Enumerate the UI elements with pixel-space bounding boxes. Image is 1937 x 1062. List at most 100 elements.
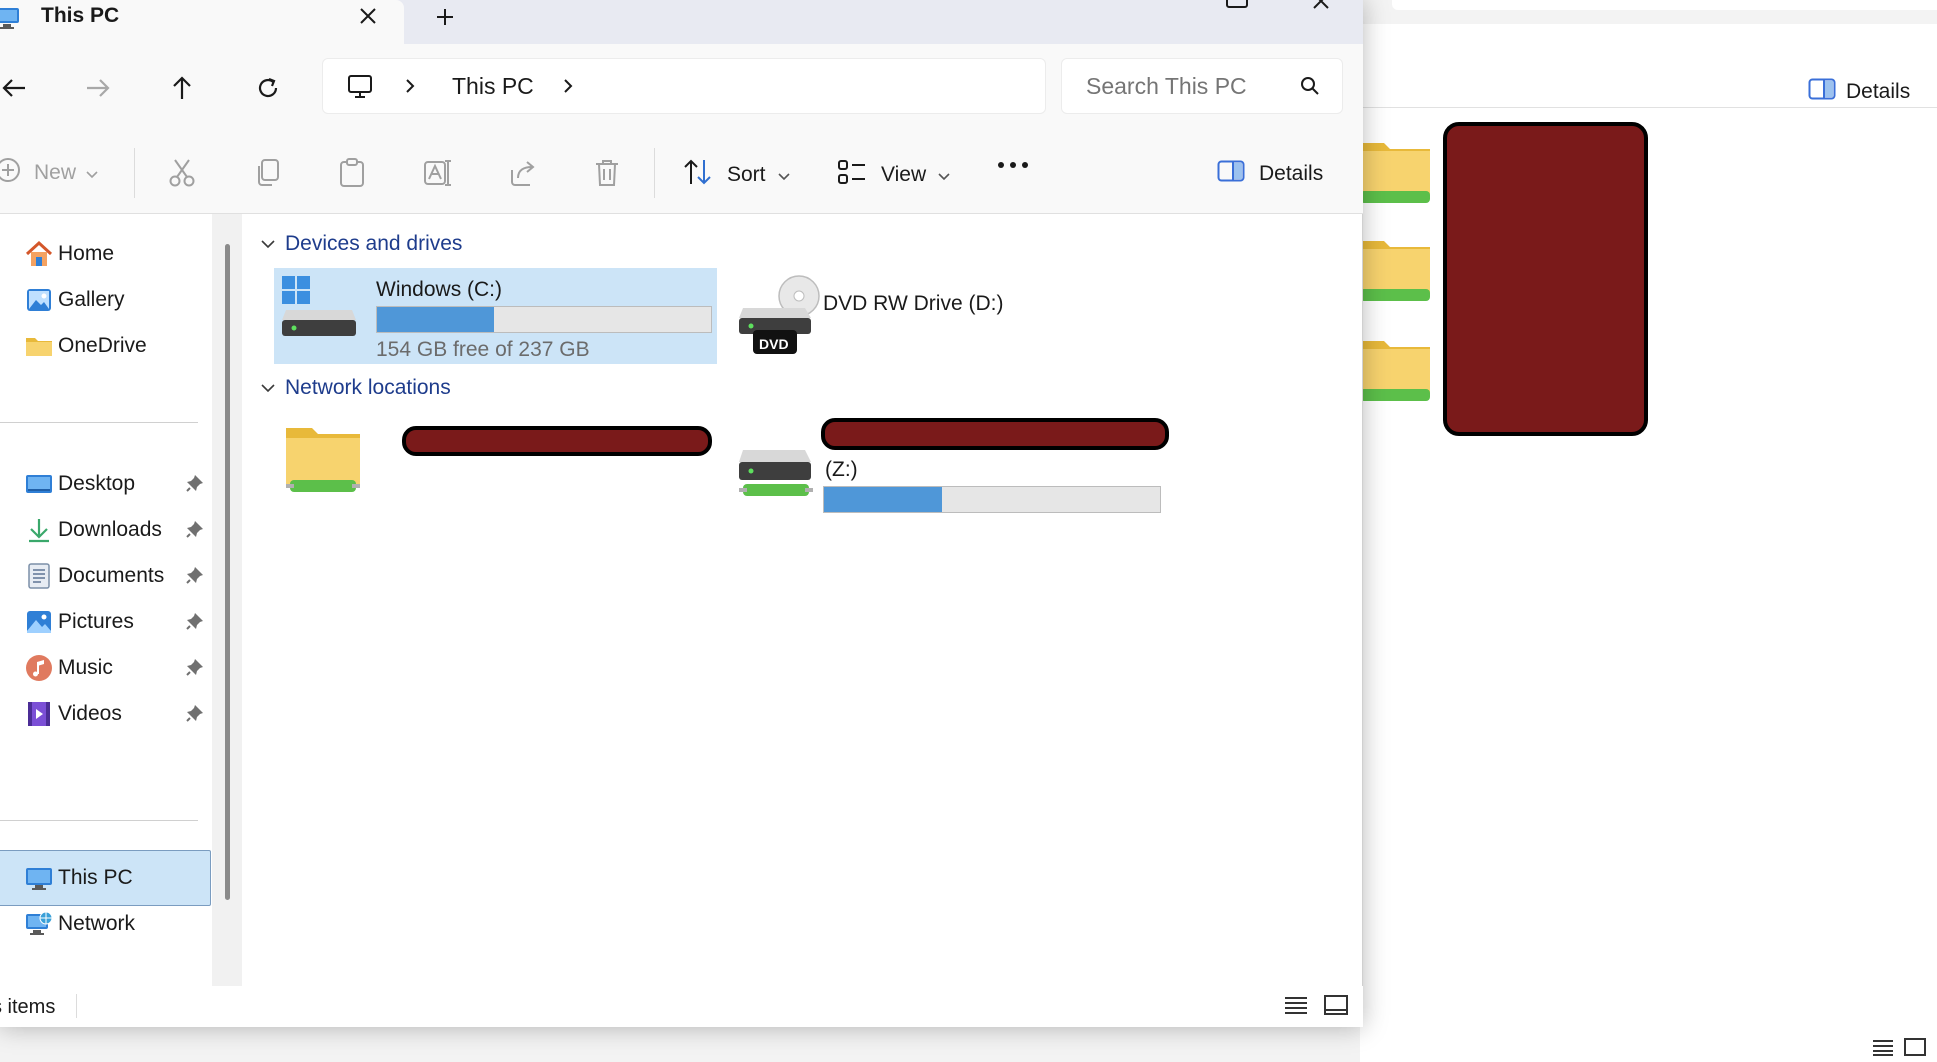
pin-icon[interactable] xyxy=(186,704,204,727)
videos-icon xyxy=(25,700,53,728)
drive-usage-bar xyxy=(823,486,1161,513)
pictures-icon xyxy=(25,608,53,636)
tiles-view-icon[interactable] xyxy=(1324,995,1348,1020)
up-arrow-icon[interactable] xyxy=(162,68,202,108)
pin-icon[interactable] xyxy=(186,658,204,681)
computer-icon xyxy=(347,74,373,105)
refresh-icon[interactable] xyxy=(248,68,288,108)
group-header-network[interactable]: Network locations xyxy=(261,376,451,400)
network-icon xyxy=(25,910,53,938)
paste-icon[interactable] xyxy=(338,158,366,188)
drive-name: Windows (C:) xyxy=(376,278,503,301)
sidebar-item-gallery[interactable]: Gallery xyxy=(0,274,212,326)
search-icon[interactable] xyxy=(1298,74,1322,103)
desktop-icon xyxy=(25,470,53,498)
status-bar: s items xyxy=(0,986,1363,1027)
network-folder-icon xyxy=(284,422,362,501)
bg-window-top-inner xyxy=(1392,0,1937,10)
sidebar-item-videos[interactable]: Videos xyxy=(0,688,212,740)
group-header-devices[interactable]: Devices and drives xyxy=(261,232,462,256)
this-pc-icon xyxy=(25,864,53,892)
folder-icon xyxy=(1360,233,1430,303)
sidebar-item-onedrive[interactable]: OneDrive xyxy=(0,320,212,372)
music-icon xyxy=(25,654,53,682)
drive-free-text: 154 GB free of 237 GB xyxy=(376,338,590,361)
copy-icon[interactable] xyxy=(253,158,281,188)
sidebar-item-music[interactable]: Music xyxy=(0,642,212,694)
new-button[interactable]: New xyxy=(0,156,98,190)
chevron-down-icon xyxy=(261,384,275,393)
sidebar-item-this-pc[interactable]: This PC xyxy=(0,852,212,904)
cut-icon[interactable] xyxy=(168,158,196,188)
pin-icon[interactable] xyxy=(186,566,204,589)
command-bar: New Sort View Details xyxy=(0,130,1363,214)
redacted-region xyxy=(1443,122,1648,436)
breadcrumb-chevron-icon[interactable] xyxy=(403,75,417,102)
sort-button[interactable]: Sort xyxy=(683,158,790,192)
back-arrow-icon[interactable] xyxy=(0,68,34,108)
command-separator xyxy=(134,148,135,198)
folder-icon xyxy=(25,332,53,360)
sidebar-item-pictures[interactable]: Pictures xyxy=(0,596,212,648)
bg-details-label: Details xyxy=(1846,80,1911,103)
drive-tile-c[interactable]: Windows (C:) 154 GB free of 237 GB xyxy=(274,268,717,364)
bg-view-buttons xyxy=(1872,1038,1926,1061)
command-separator xyxy=(654,148,655,198)
redacted-name xyxy=(821,418,1169,450)
sidebar-item-home[interactable]: Home xyxy=(0,228,212,280)
window-close-icon[interactable] xyxy=(1308,0,1336,14)
details-view-icon[interactable] xyxy=(1872,1038,1894,1061)
content-area: Devices and drives Windows (C:) 154 GB f… xyxy=(245,214,1362,986)
nav-scrollbar[interactable] xyxy=(212,214,242,986)
chevron-down-icon xyxy=(938,163,950,187)
plus-icon[interactable] xyxy=(430,2,460,32)
share-icon[interactable] xyxy=(508,158,538,188)
sidebar-item-downloads[interactable]: Downloads xyxy=(0,504,212,556)
nav-divider xyxy=(0,820,198,821)
drive-tile-z[interactable]: (Z:) xyxy=(725,410,1169,513)
search-input[interactable] xyxy=(1086,73,1286,100)
view-icon xyxy=(837,158,867,192)
windows-drive-icon xyxy=(280,274,358,345)
drive-usage-fill xyxy=(377,307,494,332)
navigation-pane: Home Gallery OneDrive Desktop Downloads … xyxy=(0,214,242,986)
sidebar-item-label: This PC xyxy=(58,866,133,889)
maximize-icon[interactable] xyxy=(1226,0,1248,8)
address-row: This PC xyxy=(0,44,1363,130)
forward-arrow-icon[interactable] xyxy=(78,68,118,108)
pin-icon[interactable] xyxy=(186,612,204,635)
pin-icon[interactable] xyxy=(186,474,204,497)
close-icon[interactable] xyxy=(354,2,382,30)
more-options-icon[interactable] xyxy=(997,160,1029,170)
details-button[interactable]: Details xyxy=(1217,160,1323,188)
details-view-icon[interactable] xyxy=(1284,995,1308,1020)
drive-name: (Z:) xyxy=(825,458,858,481)
tab-this-pc[interactable]: This PC xyxy=(0,0,404,44)
search-box[interactable] xyxy=(1061,58,1343,114)
file-explorer-window: This PC This PC Search This PC New Sort … xyxy=(0,0,1363,1027)
breadcrumb-chevron-icon[interactable] xyxy=(561,75,575,102)
pin-icon[interactable] xyxy=(186,520,204,543)
sidebar-item-label: Documents xyxy=(58,564,165,587)
delete-icon[interactable] xyxy=(593,158,621,188)
sidebar-item-desktop[interactable]: Desktop xyxy=(0,458,212,510)
drive-tile-d[interactable]: DVD DVD RW Drive (D:) xyxy=(725,268,1065,364)
view-button[interactable]: View xyxy=(837,158,950,192)
sidebar-item-label: Home xyxy=(58,242,115,265)
sidebar-item-documents[interactable]: Documents xyxy=(0,550,212,602)
folder-icon xyxy=(1360,333,1430,403)
sidebar-item-network[interactable]: Network xyxy=(0,898,212,950)
network-drive-icon xyxy=(737,442,815,511)
nav-scroll-thumb[interactable] xyxy=(225,244,230,900)
tiles-view-icon[interactable] xyxy=(1904,1038,1926,1061)
network-folder-tile[interactable] xyxy=(274,410,717,506)
tab-strip: This PC xyxy=(0,0,1363,44)
new-label: New xyxy=(34,161,77,184)
rename-icon[interactable] xyxy=(423,158,453,188)
sidebar-item-label: Gallery xyxy=(58,288,125,311)
sidebar-item-label: Network xyxy=(58,912,136,935)
details-label: Details xyxy=(1259,162,1324,185)
address-bar[interactable]: This PC xyxy=(322,58,1046,114)
breadcrumb-this-pc[interactable]: This PC xyxy=(452,73,534,100)
bg-details-button[interactable]: Details xyxy=(1808,78,1910,106)
